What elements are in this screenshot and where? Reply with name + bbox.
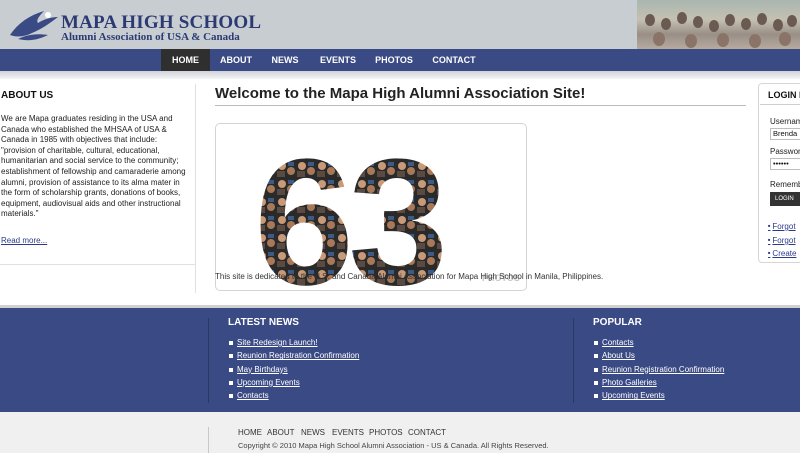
photo-number: 63: [254, 124, 442, 291]
main-nav: HOME ABOUT NEWS EVENTS PHOTOS CONTACT: [0, 49, 800, 71]
password-label: Passwor: [770, 147, 800, 156]
create-account-link[interactable]: Create: [770, 249, 796, 258]
eagle-logo-icon[interactable]: [8, 5, 60, 45]
read-more-link[interactable]: Read more...: [1, 236, 47, 245]
popular-list: Contacts About Us Reunion Registration C…: [593, 338, 724, 404]
about-heading: ABOUT US: [1, 90, 54, 101]
username-field[interactable]: Brenda: [770, 128, 800, 140]
footer-link-photos[interactable]: PHOTOS: [369, 428, 403, 437]
news-link[interactable]: Reunion Registration Confirmation: [228, 351, 359, 364]
site-header: MAPA HIGH SCHOOL Alumni Association of U…: [0, 0, 800, 49]
latest-news-heading: LATEST NEWS: [228, 317, 299, 328]
forgot-password-link[interactable]: Forgot: [770, 222, 795, 231]
popular-link[interactable]: Reunion Registration Confirmation: [593, 365, 724, 378]
nav-news[interactable]: NEWS: [264, 49, 306, 71]
dedication-text: This site is dedicated to the U.S. and C…: [215, 272, 604, 281]
footer-link-contact[interactable]: CONTACT: [408, 428, 446, 437]
footer-link-home[interactable]: HOME: [238, 428, 262, 437]
alumni-group-photo: [637, 0, 800, 49]
login-heading: LOGIN F: [768, 90, 800, 100]
remember-label[interactable]: Rememb: [770, 180, 800, 189]
divider: [208, 427, 209, 453]
popular-link[interactable]: About Us: [593, 351, 724, 364]
nav-events[interactable]: EVENTS: [314, 49, 362, 71]
site-subtitle: Alumni Association of USA & Canada: [61, 31, 240, 43]
footer-link-about[interactable]: ABOUT: [267, 428, 295, 437]
divider: [760, 104, 800, 105]
news-link[interactable]: May Birthdays: [228, 365, 359, 378]
divider: [208, 318, 209, 403]
photo-gallery-banner[interactable]: 63: [215, 123, 527, 291]
news-link[interactable]: Site Redesign Launch!: [228, 338, 359, 351]
password-field[interactable]: ••••••: [770, 158, 800, 170]
popular-link[interactable]: Upcoming Events: [593, 391, 724, 404]
popular-heading: POPULAR: [593, 317, 642, 328]
divider: [0, 264, 195, 265]
nav-shadow: [0, 71, 800, 79]
nav-about[interactable]: ABOUT: [214, 49, 258, 71]
news-link[interactable]: Contacts: [228, 391, 359, 404]
popular-link[interactable]: Photo Galleries: [593, 378, 724, 391]
username-label: Usernam: [770, 117, 800, 126]
footer-link-events[interactable]: EVENTS: [332, 428, 364, 437]
latest-news-list: Site Redesign Launch! Reunion Registrati…: [228, 338, 359, 404]
news-link[interactable]: Upcoming Events: [228, 378, 359, 391]
footer-link-news[interactable]: NEWS: [301, 428, 325, 437]
login-button[interactable]: LOGIN: [770, 192, 800, 206]
nav-photos[interactable]: PHOTOS: [370, 49, 418, 71]
photo-mosaic-graphic: 63: [254, 124, 448, 291]
divider: [195, 84, 196, 293]
popular-link[interactable]: Contacts: [593, 338, 724, 351]
page-title: Welcome to the Mapa High Alumni Associat…: [215, 85, 586, 102]
divider: [215, 105, 746, 106]
copyright-text: Copyright © 2010 Mapa High School Alumni…: [238, 441, 549, 450]
about-text: We are Mapa graduates residing in the US…: [1, 114, 186, 219]
nav-contact[interactable]: CONTACT: [426, 49, 482, 71]
forgot-username-link[interactable]: Forgot: [770, 236, 795, 245]
divider: [573, 318, 574, 403]
nav-home[interactable]: HOME: [161, 49, 210, 71]
